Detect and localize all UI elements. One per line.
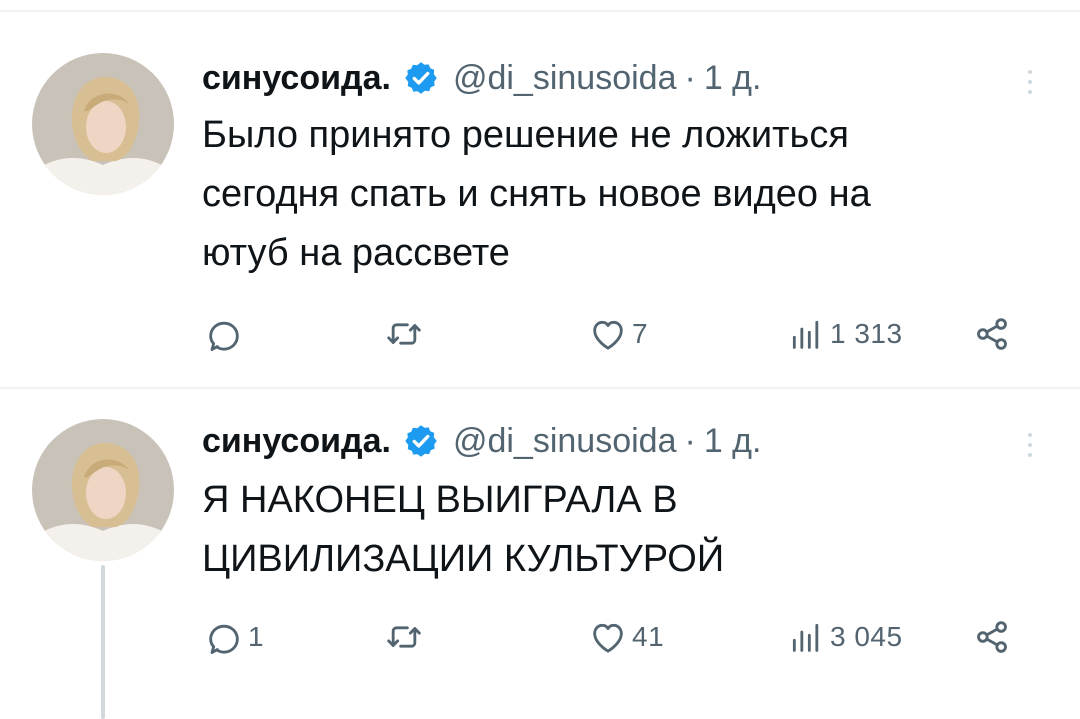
reply-icon [209,624,239,654]
views-count: 1 313 [830,318,903,349]
separator-dot: · [684,421,696,460]
tweet-actions: 1 41 3 045 [0,615,1080,659]
author-handle[interactable]: @di_sinusoida [453,422,677,461]
avatar[interactable] [32,419,174,561]
tweet-header: синусоида. @di_sinusoida · 1 д. [202,56,761,100]
share-icon [977,318,1007,350]
retweet-button[interactable] [384,312,428,356]
like-count: 7 [632,318,649,349]
views-icon [792,320,819,349]
more-icon[interactable] [1018,425,1042,465]
separator-dot: · [684,58,696,97]
views-count: 3 045 [830,621,903,652]
like-icon [593,320,623,350]
retweet-icon [387,626,421,648]
verified-icon [403,60,439,96]
reply-button[interactable]: 1 [204,615,264,659]
author-name[interactable]: синусоида. [202,422,391,461]
views-icon [792,623,819,652]
retweet-icon [387,323,421,345]
like-icon [593,623,623,653]
like-button[interactable]: 7 [588,312,648,356]
like-count: 41 [632,621,665,652]
verified-icon [403,423,439,459]
tweet-header: синусоида. @di_sinusoida · 1 д. [202,419,761,463]
more-icon[interactable] [1018,62,1042,102]
tweet-text: Я НАКОНЕЦ ВЫИГРАЛА В ЦИВИЛИЗАЦИИ КУЛЬТУР… [202,479,725,580]
reply-icon [209,321,239,351]
timestamp[interactable]: 1 д. [704,422,762,461]
retweet-button[interactable] [384,615,428,659]
tweet-actions: 7 1 313 [0,312,1080,356]
share-button[interactable] [972,312,1012,356]
views-button[interactable]: 3 045 [786,615,903,659]
share-icon [977,621,1007,653]
author-handle[interactable]: @di_sinusoida [453,59,677,98]
author-name[interactable]: синусоида. [202,59,391,98]
share-button[interactable] [972,615,1012,659]
tweet[interactable]: синусоида. @di_sinusoida · 1 д. Я НАКОНЕ… [0,389,1080,719]
views-button[interactable]: 1 313 [786,312,903,356]
tweet[interactable]: синусоида. @di_sinusoida · 1 д. Было при… [0,12,1080,387]
reply-button[interactable] [204,312,248,356]
timestamp[interactable]: 1 д. [704,59,762,98]
avatar[interactable] [32,53,174,195]
like-button[interactable]: 41 [588,615,664,659]
tweet-text: Было принято решение не ложиться сегодня… [202,114,871,274]
reply-count: 1 [248,621,265,652]
